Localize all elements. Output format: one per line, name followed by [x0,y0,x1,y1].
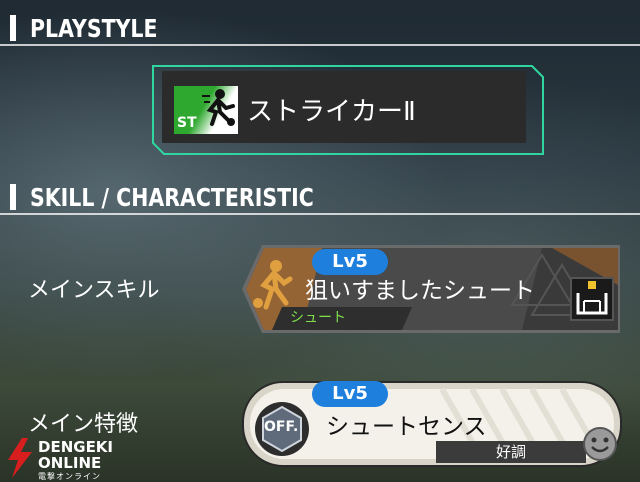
playstyle-badge-label: ST [177,115,197,131]
playstyle-section-header: PLAYSTYLE [10,13,185,43]
condition-label: 好調 [495,443,526,461]
goal-target-icon [570,277,614,321]
playstyle-badge: ST [174,86,238,134]
kicking-player-icon [202,89,235,126]
main-trait-name: シュートセンス [326,414,487,440]
section-marker [10,184,16,210]
main-trait-card[interactable]: OFF. Lv5 シュートセンス 好調 [242,381,626,471]
playstyle-divider [0,44,640,46]
condition-bar: 好調 [436,441,586,463]
main-trait-level-badge: Lv5 [312,381,388,407]
playstyle-name: ストライカーⅡ [247,97,416,127]
main-skill-card[interactable]: Lv5 狙いすましたシュート シュート [242,245,620,333]
main-skill-name: 狙いすましたシュート [305,278,535,304]
lightning-logo-icon [8,438,32,478]
watermark-line2: ONLINE [38,454,102,472]
section-marker [10,15,16,41]
skill-divider [0,213,640,215]
watermark-tagline: 電撃オンライン [38,472,101,481]
playstyle-card[interactable]: ST ストライカーⅡ [152,65,544,155]
main-skill-label: メインスキル [28,278,160,303]
skill-section-title: SKILL / CHARACTERISTIC [30,182,314,212]
smiley-face-icon [583,427,617,461]
skill-section-header: SKILL / CHARACTERISTIC [10,182,376,212]
main-skill-type: シュート [290,310,346,326]
playstyle-title: PLAYSTYLE [30,13,158,43]
shooting-player-icon [253,260,293,310]
dengeki-watermark: DENGEKI ONLINE 電撃オンライン [4,438,134,481]
main-trait-label: メイン特徴 [28,412,139,437]
offense-badge-label: OFF. [264,419,299,435]
